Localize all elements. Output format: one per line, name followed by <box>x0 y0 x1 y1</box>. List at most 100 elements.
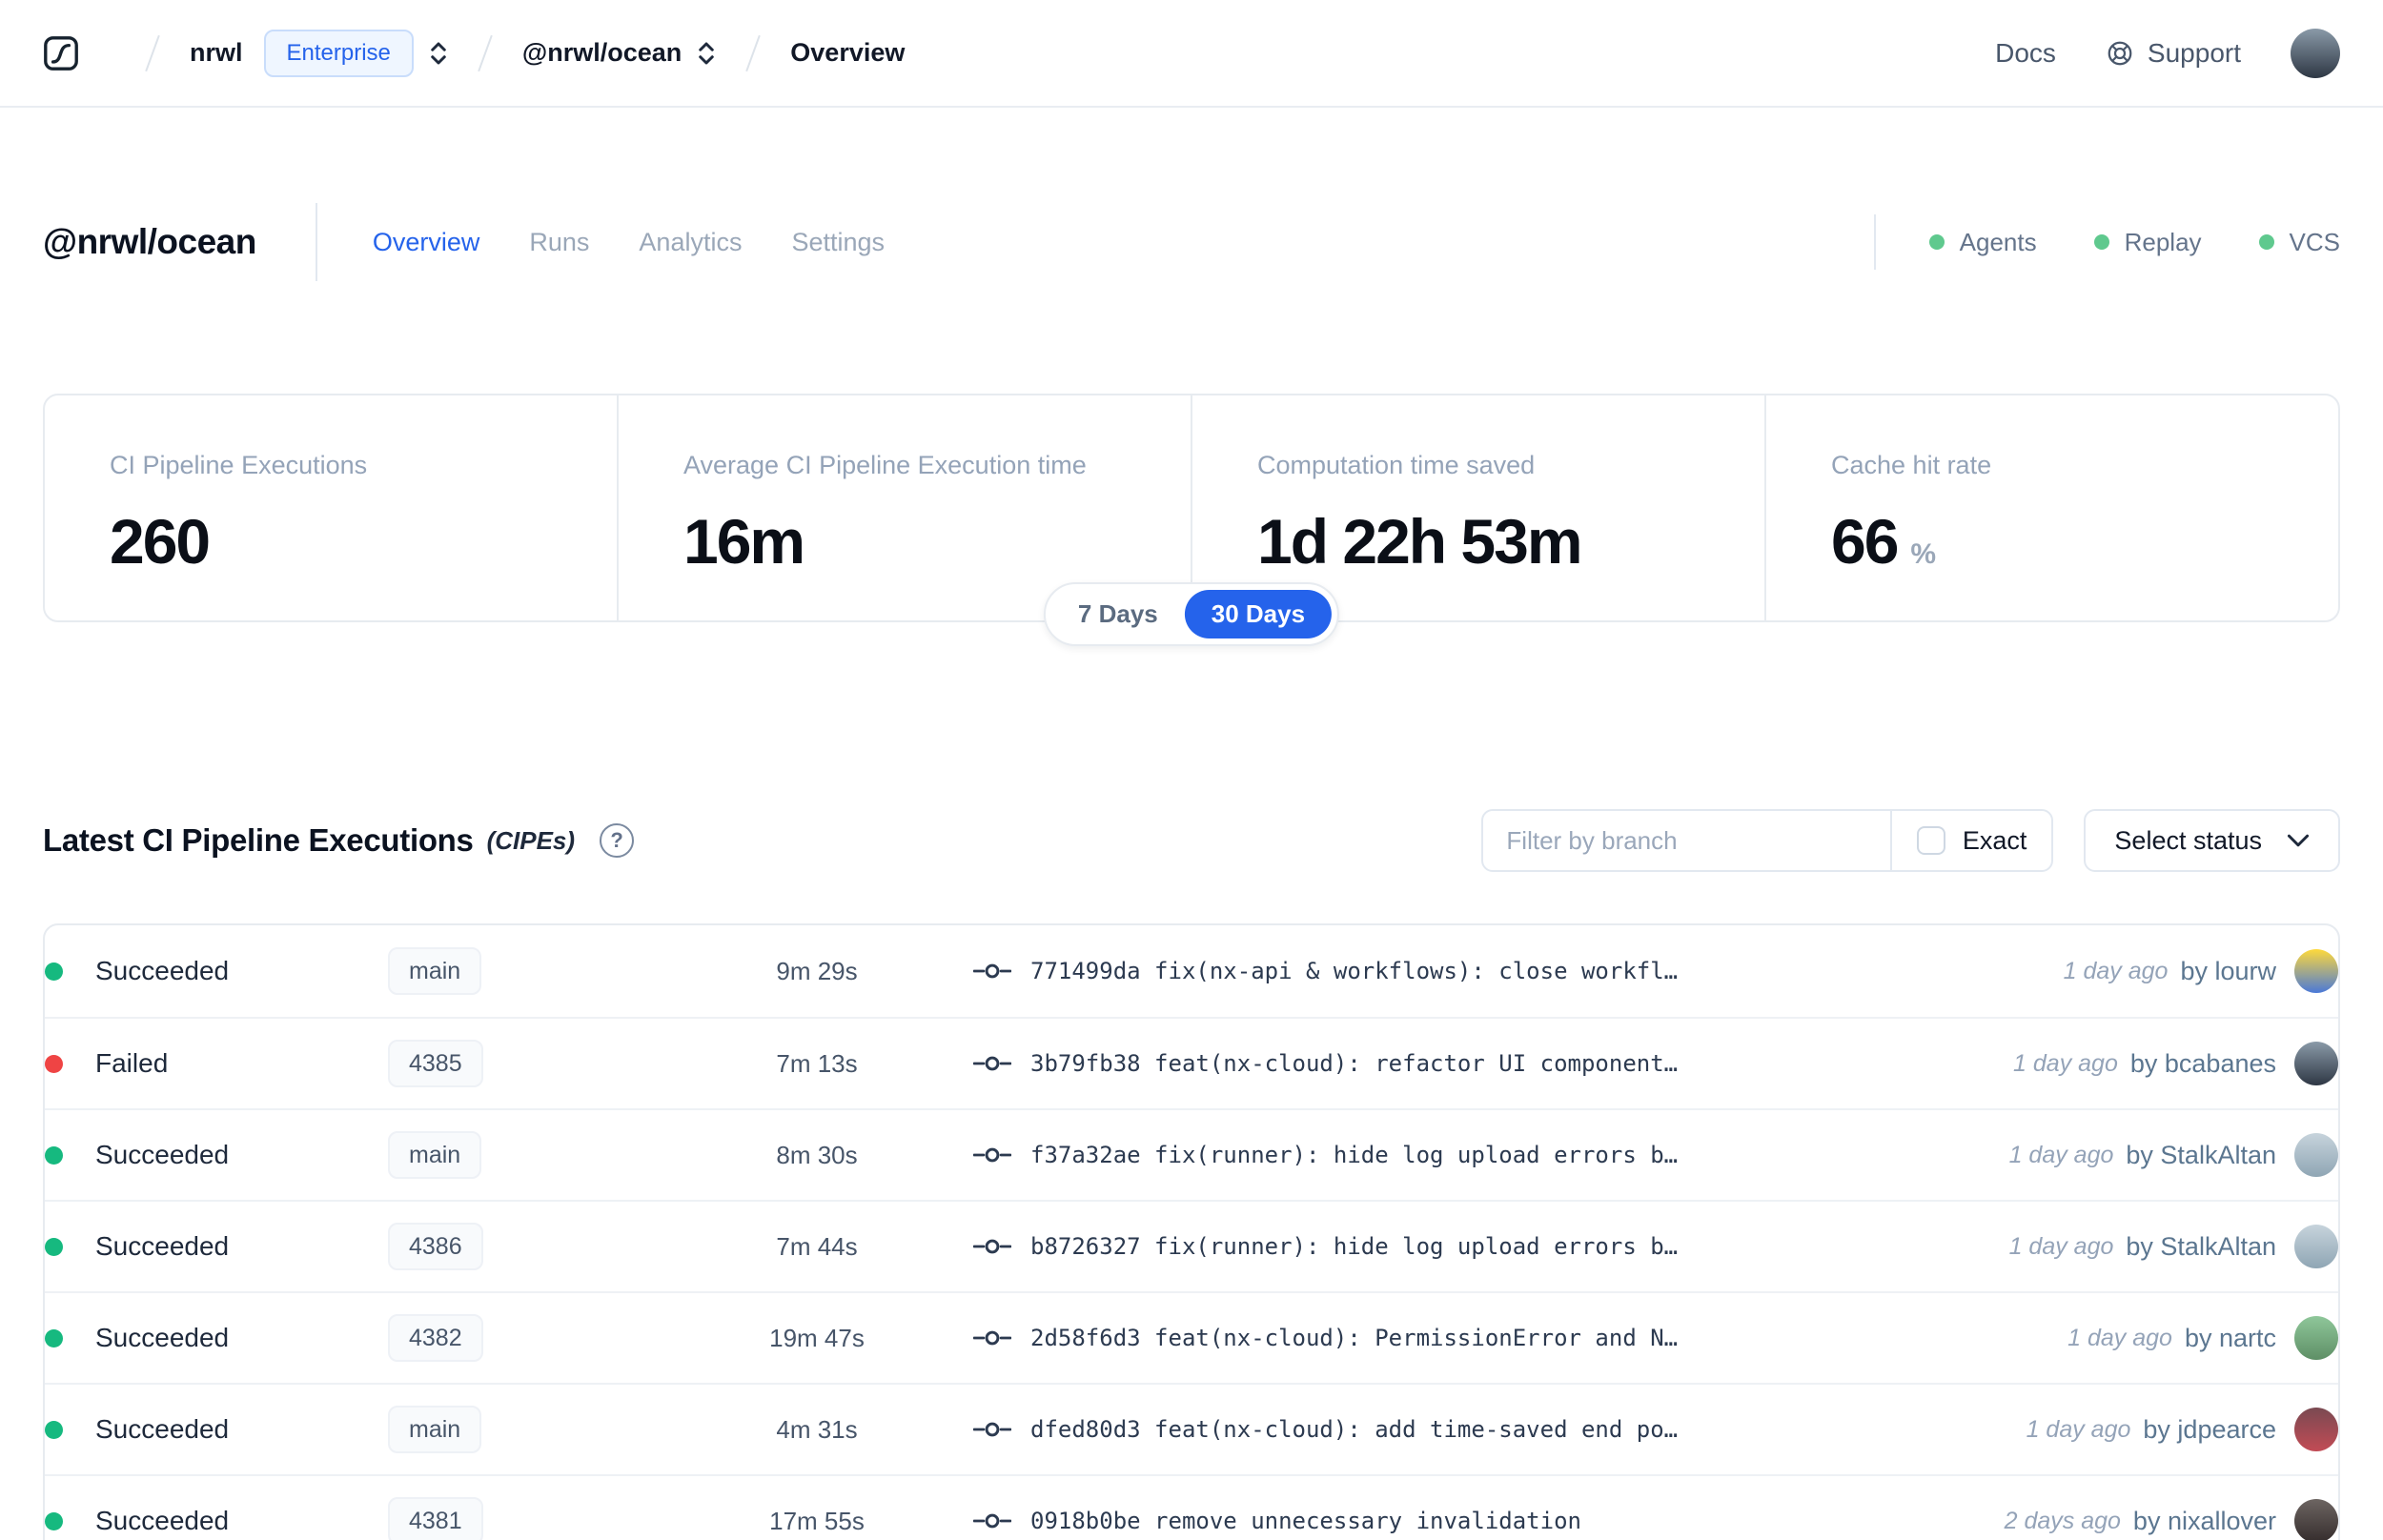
breadcrumb-separator <box>145 34 160 71</box>
cipes-title-suffix: (CIPEs) <box>486 825 576 855</box>
commit-message[interactable]: f37a32ae fix(runner): hide log upload er… <box>1030 1142 1678 1168</box>
time-ago: 1 day ago <box>2063 957 2169 984</box>
commit-icon <box>973 1239 1011 1254</box>
status-select-label: Select status <box>2114 825 2262 855</box>
duration-label: 7m 44s <box>776 1231 858 1261</box>
commit-message[interactable]: dfed80d3 feat(nx-cloud): add time-saved … <box>1030 1416 1678 1443</box>
status-select-dropdown[interactable]: Select status <box>2084 809 2340 872</box>
status-label: Succeeded <box>95 1506 230 1535</box>
nx-cloud-logo[interactable] <box>43 35 79 71</box>
green-status-dot <box>2258 234 2274 250</box>
cipe-row[interactable]: Succeeded main 9m 29s 771499da fix(nx-ap… <box>45 925 2338 1017</box>
stats-cards: CI Pipeline Executions 260 Average CI Pi… <box>43 394 2340 646</box>
exact-toggle[interactable]: Exact <box>1892 811 2052 870</box>
exact-checkbox[interactable] <box>1916 826 1945 855</box>
workspace-tabs: Overview Runs Analytics Settings <box>373 228 885 257</box>
range-30-days-button[interactable]: 30 Days <box>1184 590 1333 638</box>
branch-badge: 4386 <box>388 1222 483 1270</box>
chevron-down-icon <box>2287 834 2310 847</box>
breadcrumb-page: Overview <box>790 38 906 67</box>
commit-icon <box>973 1056 1011 1071</box>
commit-icon <box>973 1147 1011 1163</box>
branch-badge: main <box>388 946 482 995</box>
user-avatar[interactable] <box>2291 28 2340 78</box>
support-link[interactable]: Support <box>2106 38 2241 69</box>
lifebuoy-icon <box>2108 41 2132 65</box>
status-label: Failed <box>95 1048 169 1078</box>
author-avatar <box>2294 1225 2338 1268</box>
cipes-title: Latest CI Pipeline Executions <box>43 822 474 858</box>
status-replay: Replay <box>2093 228 2202 257</box>
status-dot <box>45 1145 63 1165</box>
nx-cloud-logo-icon <box>44 35 78 71</box>
workspace-header: @nrwl/ocean Overview Runs Analytics Sett… <box>43 203 2340 281</box>
author-avatar <box>2294 1499 2338 1540</box>
commit-message[interactable]: 771499da fix(nx-api & workflows): close … <box>1030 958 1678 984</box>
commit-icon <box>973 963 1011 979</box>
duration-label: 17m 55s <box>769 1506 865 1535</box>
cipe-row[interactable]: Succeeded 4382 19m 47s 2d58f6d3 feat(nx-… <box>45 1291 2338 1383</box>
divider <box>315 203 317 281</box>
support-label: Support <box>2147 37 2241 68</box>
author-label: by nixallover <box>2132 1506 2276 1535</box>
tab-runs[interactable]: Runs <box>529 228 589 257</box>
cipe-table: Succeeded main 9m 29s 771499da fix(nx-ap… <box>43 923 2340 1540</box>
commit-message[interactable]: 0918b0be remove unnecessary invalidation <box>1030 1508 1581 1534</box>
range-7-days-button[interactable]: 7 Days <box>1051 590 1185 638</box>
cipes-header: Latest CI Pipeline Executions (CIPEs) ? … <box>43 809 2340 872</box>
docs-link[interactable]: Docs <box>1995 38 2056 69</box>
status-dot <box>45 1511 63 1530</box>
duration-label: 7m 13s <box>776 1048 858 1078</box>
time-ago: 1 day ago <box>2008 1141 2114 1168</box>
cipe-row[interactable]: Succeeded 4386 7m 44s b8726327 fix(runne… <box>45 1200 2338 1291</box>
exact-label: Exact <box>1962 825 2027 855</box>
tab-settings[interactable]: Settings <box>791 228 885 257</box>
author-avatar <box>2294 1042 2338 1085</box>
service-statuses: Agents Replay VCS <box>1928 228 2340 257</box>
status-dot <box>45 1237 63 1256</box>
status-dot <box>45 962 63 981</box>
author-avatar <box>2294 1316 2338 1360</box>
commit-message[interactable]: 3b79fb38 feat(nx-cloud): refactor UI com… <box>1030 1050 1678 1077</box>
author-avatar <box>2294 949 2338 993</box>
status-vcs: VCS <box>2258 228 2340 257</box>
divider <box>1873 214 1876 270</box>
cipe-row[interactable]: Failed 4385 7m 13s 3b79fb38 feat(nx-clou… <box>45 1017 2338 1108</box>
branch-badge: 4381 <box>388 1496 483 1540</box>
breadcrumb: nrwl Enterprise @nrwl/ocean Overview <box>43 29 906 77</box>
commit-message[interactable]: 2d58f6d3 feat(nx-cloud): PermissionError… <box>1030 1325 1678 1351</box>
status-dot <box>45 1054 63 1073</box>
cipe-row[interactable]: Succeeded main 8m 30s f37a32ae fix(runne… <box>45 1108 2338 1200</box>
branch-badge: main <box>388 1405 482 1453</box>
branch-badge: 4382 <box>388 1313 483 1362</box>
help-icon[interactable]: ? <box>600 823 635 858</box>
author-label: by nartc <box>2184 1323 2276 1352</box>
top-nav: nrwl Enterprise @nrwl/ocean Overview Doc… <box>0 0 2383 108</box>
date-range-toggle: 7 Days 30 Days <box>1043 582 1340 646</box>
time-ago: 2 days ago <box>2004 1507 2121 1534</box>
author-avatar <box>2294 1133 2338 1177</box>
status-label: Succeeded <box>95 1414 230 1444</box>
workspace-selector-icon[interactable] <box>697 40 716 67</box>
status-label: Succeeded <box>95 956 230 985</box>
author-label: by lourw <box>2180 956 2276 985</box>
status-label: Succeeded <box>95 1323 230 1352</box>
commit-message[interactable]: b8726327 fix(runner): hide log upload er… <box>1030 1233 1678 1260</box>
duration-label: 4m 31s <box>776 1414 858 1444</box>
cipe-row[interactable]: Succeeded 4381 17m 55s 0918b0be remove u… <box>45 1474 2338 1540</box>
breadcrumb-org[interactable]: nrwl <box>190 38 243 68</box>
branch-badge: main <box>388 1130 482 1179</box>
tab-analytics[interactable]: Analytics <box>639 228 742 257</box>
status-dot <box>45 1328 63 1348</box>
org-selector-icon[interactable] <box>429 40 448 67</box>
commit-icon <box>973 1513 1011 1529</box>
cipe-row[interactable]: Succeeded main 4m 31s dfed80d3 feat(nx-c… <box>45 1383 2338 1474</box>
tab-overview[interactable]: Overview <box>373 228 480 257</box>
breadcrumb-separator <box>745 34 762 71</box>
branch-filter-input[interactable] <box>1483 811 1890 870</box>
stat-cache-hit-rate: Cache hit rate 66% <box>1764 395 2338 620</box>
green-status-dot <box>1928 234 1945 250</box>
commit-icon <box>973 1330 1011 1346</box>
breadcrumb-workspace[interactable]: @nrwl/ocean <box>522 38 682 68</box>
time-ago: 1 day ago <box>2008 1232 2114 1260</box>
